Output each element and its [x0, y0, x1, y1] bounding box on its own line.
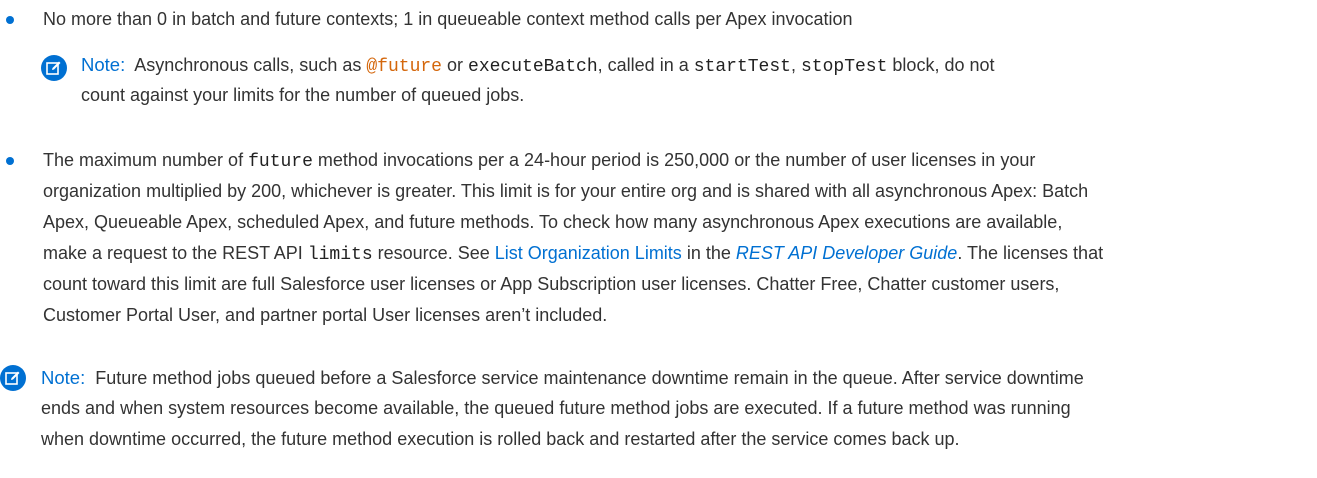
note-text: block, do not: [892, 55, 995, 75]
bullet-line: make a request to the REST API limits re…: [43, 238, 1103, 271]
bullet-text: count toward this limit are full Salesfo…: [43, 274, 1060, 294]
bullet-text: make a request to the REST API: [43, 243, 303, 263]
code-stoptest: stopTest: [800, 57, 888, 77]
bullet-dot: [6, 16, 14, 24]
note-text: Future method jobs queued before a Sales…: [95, 368, 1084, 388]
note-text: , called in a: [597, 55, 689, 75]
bullet-text: organization multiplied by 200, whicheve…: [43, 181, 1089, 201]
bullet-dot: [6, 157, 14, 165]
bullet-line: The maximum number of future method invo…: [43, 145, 1035, 178]
note-text: or: [447, 55, 464, 75]
link-list-organization-limits[interactable]: List Organization Limits: [495, 243, 682, 263]
bullet-text: method invocations per a 24-hour period …: [317, 150, 1036, 170]
bullet-text: resource. See: [377, 243, 490, 263]
code-executebatch: executeBatch: [468, 57, 598, 77]
bullet-text: Apex, Queueable Apex, scheduled Apex, an…: [43, 212, 1063, 232]
bullet-text: in the: [686, 243, 731, 263]
note-edit-icon: [0, 365, 26, 391]
note-label: Note:: [81, 54, 126, 75]
note-text: ends and when system resources become av…: [41, 398, 1071, 418]
note-line: Note: Asynchronous calls, such as @futur…: [81, 49, 995, 83]
bullet-text: The maximum number of: [43, 150, 244, 170]
note-line: Note: Future method jobs queued before a…: [41, 362, 1084, 394]
note-edit-icon: [41, 55, 67, 81]
code-starttest: startTest: [693, 57, 791, 77]
code-future: future: [248, 152, 313, 172]
code-future: @future: [366, 57, 442, 77]
note-text: count against your limits for the number…: [81, 85, 525, 105]
code-limits: limits: [307, 245, 373, 265]
note-text: when downtime occurred, the future metho…: [41, 429, 960, 449]
note-text: Asynchronous calls, such as: [134, 55, 362, 75]
bullet-text: Customer Portal User, and partner portal…: [43, 305, 608, 325]
note-label: Note:: [41, 367, 86, 388]
bullet-text: No more than 0 in batch and future conte…: [43, 9, 853, 29]
note-text: ,: [790, 55, 796, 75]
bullet-text: . The licenses that: [957, 243, 1104, 263]
link-rest-api-developer-guide[interactable]: REST API Developer Guide: [736, 243, 957, 263]
